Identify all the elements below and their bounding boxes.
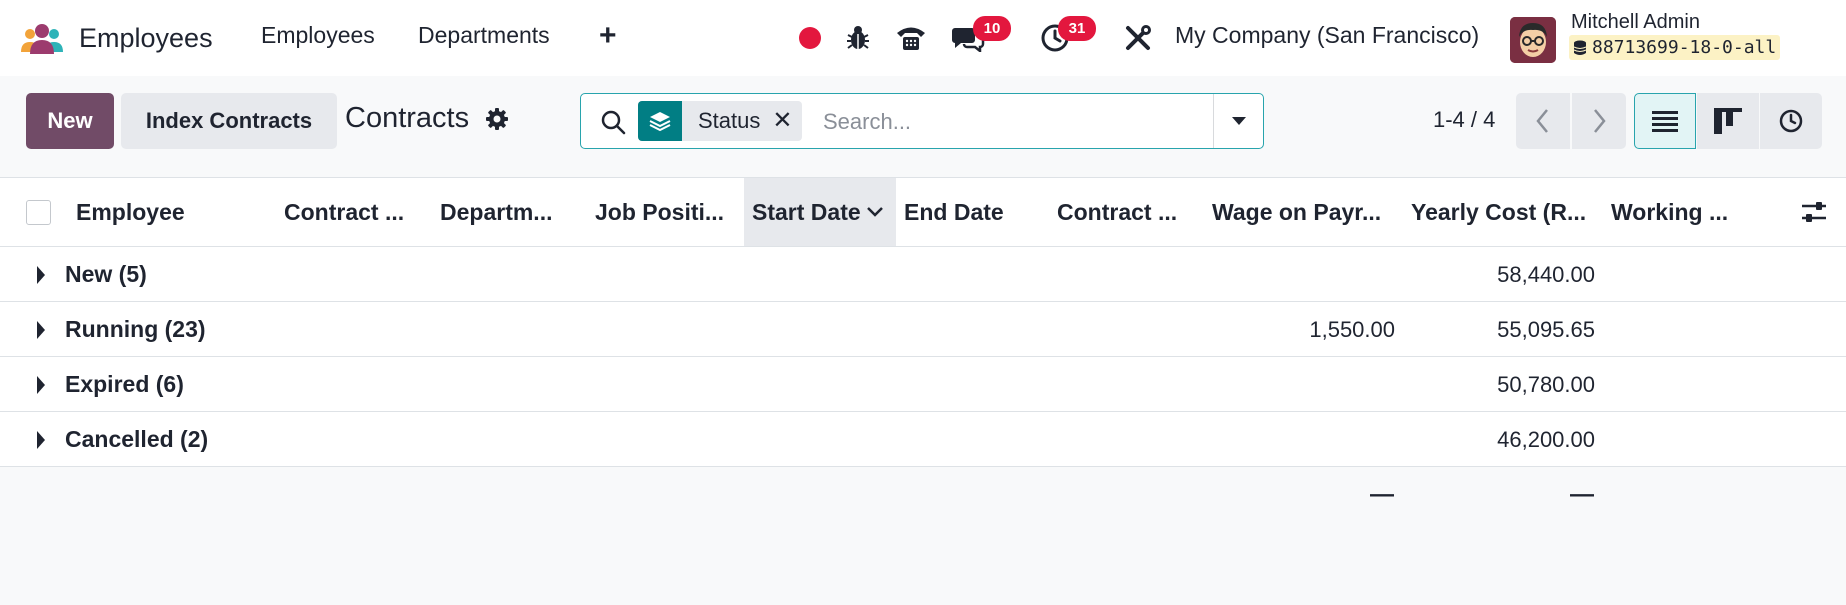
- total-yearly-cost: —: [1570, 481, 1594, 508]
- bug-icon[interactable]: [843, 0, 873, 76]
- search-options-toggle[interactable]: [1213, 94, 1264, 148]
- caret-right-icon: [37, 266, 45, 284]
- kanban-view-icon: [1714, 108, 1742, 134]
- group-label: New (5): [65, 261, 147, 287]
- search-icon[interactable]: [599, 108, 627, 136]
- search-input[interactable]: [823, 104, 1193, 140]
- column-start-date-label: Start Date: [752, 199, 861, 225]
- caret-right-icon: [37, 431, 45, 449]
- contracts-list: Employee Contract ... Departm... Job Pos…: [0, 177, 1846, 467]
- group-wage: 1,550.00: [1309, 317, 1395, 342]
- column-start-date[interactable]: Start Date: [744, 178, 896, 246]
- messages-badge: 10: [973, 16, 1011, 41]
- list-view-button[interactable]: [1634, 93, 1696, 149]
- index-contracts-button[interactable]: Index Contracts: [121, 93, 337, 149]
- search-bar: Status ✕: [580, 93, 1264, 149]
- group-row-expired[interactable]: Expired (6) 50,780.00: [0, 357, 1846, 412]
- pager-next-button[interactable]: [1572, 93, 1626, 149]
- company-switcher[interactable]: My Company (San Francisco): [1175, 22, 1479, 49]
- column-contract-type[interactable]: Contract ...: [1057, 178, 1187, 246]
- activity-view-icon: [1779, 109, 1803, 133]
- chevron-down-icon: [867, 207, 883, 217]
- table-header: Employee Contract ... Departm... Job Pos…: [0, 177, 1846, 247]
- pager-previous-button[interactable]: [1516, 93, 1570, 149]
- table-footer: — —: [0, 468, 1846, 528]
- group-row-new[interactable]: New (5) 58,440.00: [0, 247, 1846, 302]
- new-button[interactable]: New: [26, 93, 114, 149]
- phone-icon[interactable]: [893, 0, 929, 76]
- database-label: 88713699-18-0-all: [1592, 37, 1777, 58]
- status-facet[interactable]: Status ✕: [638, 101, 803, 141]
- database-icon: [1573, 40, 1587, 55]
- layers-icon: [638, 101, 682, 141]
- column-end-date[interactable]: End Date: [904, 178, 1044, 246]
- group-label: Running (23): [65, 316, 206, 342]
- kanban-view-button[interactable]: [1697, 93, 1759, 149]
- group-yearly-cost: 46,200.00: [1497, 427, 1595, 452]
- database-name: 88713699-18-0-all: [1569, 35, 1781, 60]
- top-navbar: Employees Employees Departments + 10 31 …: [0, 0, 1846, 76]
- activities-badge: 31: [1058, 16, 1096, 41]
- menu-employees[interactable]: Employees: [261, 22, 375, 49]
- group-label: Expired (6): [65, 371, 184, 397]
- page-title: Contracts: [345, 102, 470, 134]
- list-view-icon: [1652, 111, 1678, 132]
- column-job-position[interactable]: Job Positi...: [595, 178, 730, 246]
- column-wage[interactable]: Wage on Payr...: [1212, 178, 1392, 246]
- column-employee[interactable]: Employee: [76, 178, 272, 246]
- total-wage: —: [1370, 481, 1394, 508]
- app-brand[interactable]: Employees: [20, 22, 213, 54]
- column-contract-reference[interactable]: Contract ...: [284, 178, 414, 246]
- column-working-schedule[interactable]: Working ...: [1611, 178, 1741, 246]
- employees-app-icon: [20, 22, 64, 54]
- caret-down-icon: [1232, 117, 1246, 125]
- new-menu-plus-icon[interactable]: +: [599, 21, 617, 51]
- activity-view-button[interactable]: [1760, 93, 1822, 149]
- group-label: Cancelled (2): [65, 426, 209, 452]
- select-all-checkbox[interactable]: [26, 200, 51, 225]
- column-department[interactable]: Departm...: [440, 178, 570, 246]
- group-yearly-cost: 50,780.00: [1497, 372, 1595, 397]
- user-avatar[interactable]: [1510, 17, 1556, 63]
- user-name[interactable]: Mitchell Admin: [1571, 11, 1700, 34]
- group-yearly-cost: 58,440.00: [1497, 262, 1595, 287]
- chevron-left-icon: [1536, 109, 1548, 133]
- group-row-running[interactable]: Running (23) 1,550.00 55,095.65: [0, 302, 1846, 357]
- facet-label: Status: [698, 108, 761, 133]
- pager-value[interactable]: 1-4 / 4: [1433, 107, 1495, 133]
- close-icon[interactable]: ✕: [772, 101, 802, 141]
- chevron-right-icon: [1594, 109, 1606, 133]
- record-dot-icon[interactable]: [795, 0, 825, 76]
- group-row-cancelled[interactable]: Cancelled (2) 46,200.00: [0, 412, 1846, 467]
- group-yearly-cost: 55,095.65: [1497, 317, 1595, 342]
- column-yearly-cost[interactable]: Yearly Cost (R...: [1411, 178, 1596, 246]
- caret-right-icon: [37, 321, 45, 339]
- menu-departments[interactable]: Departments: [418, 22, 550, 49]
- app-title: Employees: [79, 22, 213, 53]
- sliders-icon[interactable]: [1800, 198, 1828, 226]
- caret-right-icon: [37, 376, 45, 394]
- gear-icon[interactable]: [485, 107, 509, 131]
- tools-icon[interactable]: [1121, 0, 1155, 76]
